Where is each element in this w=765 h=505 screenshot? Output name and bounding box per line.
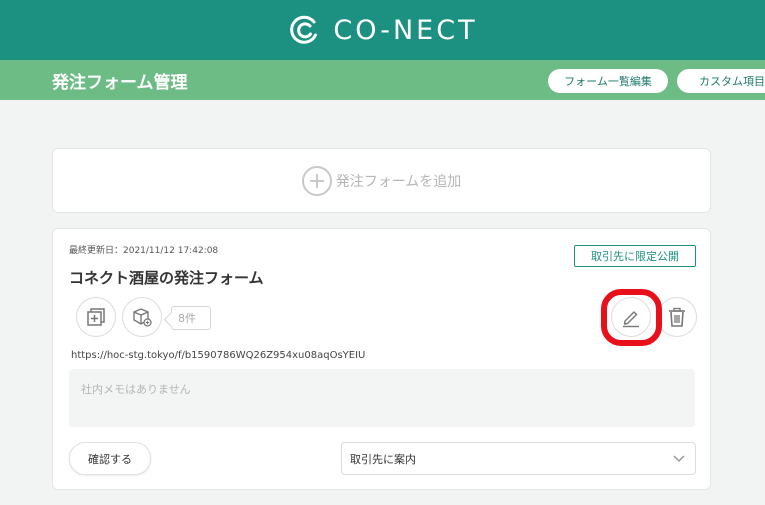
form-name: コネクト酒屋の発注フォーム (69, 269, 264, 287)
logo[interactable]: CO-NECT (287, 13, 477, 47)
plus-circle-icon (301, 165, 332, 196)
product-count: 8件 (171, 306, 211, 330)
form-url[interactable]: https://hoc-stg.tokyo/f/b1590786WQ26Z954… (71, 350, 365, 361)
product-box-icon (133, 308, 152, 327)
guide-select[interactable]: 取引先に案内 (341, 442, 696, 475)
products-button[interactable] (122, 297, 162, 337)
conect-logo-icon (290, 15, 318, 44)
scope-badge[interactable]: 取引先に限定公開 (574, 245, 696, 267)
last-updated: 最終更新日：2021/11/12 17:42:08 (69, 246, 219, 256)
chevron-down-icon (673, 455, 685, 463)
copy-icon (87, 308, 105, 326)
top-header: CO-NECT (0, 0, 765, 60)
delete-form-button[interactable] (657, 297, 697, 337)
confirm-button[interactable]: 確認する (69, 442, 151, 475)
form-card: 最終更新日：2021/11/12 17:42:08 取引先に限定公開 コネクト酒… (52, 228, 711, 490)
custom-field-button[interactable]: カスタム項目 (677, 69, 765, 93)
logo-text: CO-NECT (333, 14, 478, 46)
memo-placeholder: 社内メモはありません (81, 383, 191, 396)
sub-header: 発注フォーム管理 フォーム一覧編集 カスタム項目 (0, 60, 765, 100)
form-list-edit-button[interactable]: フォーム一覧編集 (548, 69, 668, 93)
add-form-label: 発注フォームを追加 (335, 173, 462, 190)
edit-highlight-annotation (601, 289, 662, 346)
copy-form-button[interactable] (76, 297, 116, 337)
add-form-button[interactable]: 発注フォームを追加 (52, 148, 711, 213)
trash-icon (669, 307, 685, 327)
internal-memo[interactable]: 社内メモはありません (69, 369, 695, 427)
page-title: 発注フォーム管理 (52, 73, 188, 93)
guide-select-value: 取引先に案内 (350, 452, 416, 466)
